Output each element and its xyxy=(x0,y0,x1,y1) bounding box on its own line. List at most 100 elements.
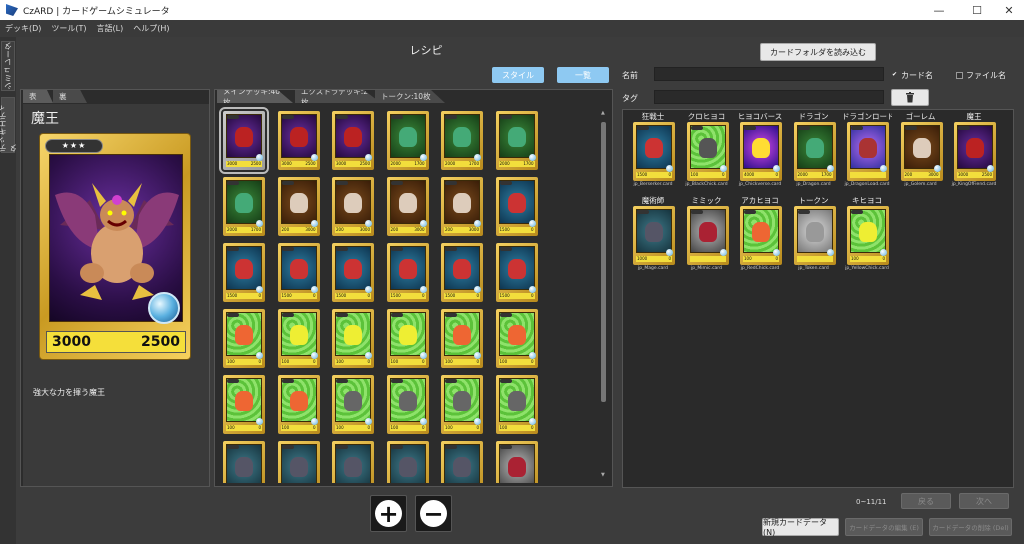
card-thumbnail[interactable]: 100 0 xyxy=(386,309,429,368)
card-thumbnail[interactable]: 3000 2500 xyxy=(219,107,269,174)
tab-front[interactable]: 表 xyxy=(23,90,53,103)
card-thumbnail[interactable]: 100 0 xyxy=(740,206,782,265)
card-thumbnail[interactable]: 200 3000 xyxy=(900,122,943,181)
card-thumbnail[interactable] xyxy=(277,441,320,483)
card-thumbnail[interactable]: 200 3000 xyxy=(277,177,320,236)
card-thumbnail[interactable] xyxy=(223,441,265,483)
card-thumbnail[interactable] xyxy=(386,441,429,483)
new-card-data-button[interactable]: 新規カードデータ (N) xyxy=(762,518,839,537)
card-thumbnail[interactable]: 1000 0 xyxy=(633,206,675,265)
card-thumbnail[interactable]: 3000 2500 xyxy=(277,111,320,170)
library-card-item[interactable]: クロヒヨコ 100 0 jp_BlackChick.card xyxy=(682,112,732,192)
library-card-item[interactable]: トークン jp_Token.card xyxy=(789,196,839,276)
name-filter-input[interactable] xyxy=(654,67,884,81)
card-thumbnail[interactable]: 100 0 xyxy=(332,375,374,434)
scroll-down-icon[interactable]: ▼ xyxy=(601,472,605,478)
card-thumbnail[interactable]: 100 0 xyxy=(277,309,320,368)
card-stat-bar: 3000 2500 xyxy=(280,161,317,167)
library-card-item[interactable]: キヒヨコ 100 0 jp_YellowChick.card xyxy=(842,196,892,276)
card-thumbnail[interactable]: 100 0 xyxy=(495,375,538,434)
card-thumbnail[interactable] xyxy=(847,122,889,181)
card-thumbnail[interactable]: 100 0 xyxy=(386,375,429,434)
remove-card-button[interactable]: − xyxy=(415,495,452,532)
card-thumbnail[interactable]: 1500 0 xyxy=(277,243,320,302)
card-thumbnail[interactable]: 200 3000 xyxy=(441,177,483,236)
edit-card-data-button[interactable]: カードデータの編集 (E) xyxy=(845,518,923,536)
library-card-item[interactable]: ゴーレム 200 3000 jp_Golem.card xyxy=(896,112,946,192)
card-thumbnail[interactable]: 1500 0 xyxy=(386,243,429,302)
card-thumbnail[interactable]: 200 3000 xyxy=(332,177,374,236)
card-thumbnail[interactable] xyxy=(495,441,538,483)
card-thumbnail[interactable]: 100 0 xyxy=(495,309,538,368)
card-thumbnail[interactable]: 2000 1700 xyxy=(495,111,538,170)
card-thumbnail[interactable] xyxy=(793,206,836,265)
card-thumbnail[interactable]: 2000 1700 xyxy=(386,111,429,170)
scroll-up-icon[interactable]: ▲ xyxy=(601,110,605,116)
close-button[interactable]: ✕ xyxy=(992,0,1024,20)
tab-deck-editor[interactable]: デッキエディタ xyxy=(0,97,18,153)
menu-tools[interactable]: ツール(T) xyxy=(46,23,91,34)
card-thumbnail[interactable]: 1500 0 xyxy=(223,243,265,302)
maximize-button[interactable]: ☐ xyxy=(960,0,994,20)
card-thumbnail[interactable]: 3000 2500 xyxy=(332,111,374,170)
library-card-item[interactable]: ミミック jp_Mimic.card xyxy=(682,196,732,276)
load-card-folder-button[interactable]: カードフォルダを読み込む xyxy=(760,43,876,61)
tag-filter-input[interactable] xyxy=(654,90,884,104)
prev-page-button[interactable]: 戻る xyxy=(901,493,951,509)
card-thumbnail[interactable]: 100 0 xyxy=(332,309,374,368)
rarity-badge xyxy=(690,126,703,130)
card-thumbnail[interactable]: 1500 0 xyxy=(441,243,483,302)
minimize-button[interactable]: — xyxy=(922,0,956,20)
tab-main-deck[interactable]: メインデッキ:40枚 xyxy=(217,90,293,103)
attribute-orb-icon xyxy=(474,154,481,161)
menu-deck[interactable]: デッキ(D) xyxy=(0,23,46,34)
list-button[interactable]: 一覧 xyxy=(557,67,609,83)
card-thumbnail[interactable]: 1500 0 xyxy=(332,243,374,302)
scrollbar-thumb[interactable] xyxy=(601,122,606,402)
card-thumbnail[interactable]: 2000 1700 xyxy=(441,111,483,170)
attribute-orb-icon xyxy=(365,352,372,359)
menu-language[interactable]: 言語(L) xyxy=(92,23,129,34)
style-button[interactable]: スタイル xyxy=(492,67,544,83)
card-thumbnail[interactable]: 100 0 xyxy=(277,375,320,434)
card-thumbnail[interactable]: 100 0 xyxy=(223,309,265,368)
library-card-item[interactable]: 魔王 3000 2500 jp_KingOfFiend.card xyxy=(949,112,999,192)
card-thumbnail[interactable]: 3000 2500 xyxy=(954,122,996,181)
card-thumbnail[interactable]: 100 0 xyxy=(847,206,889,265)
next-page-button[interactable]: 次へ xyxy=(959,493,1009,509)
card-thumbnail[interactable]: 100 0 xyxy=(686,122,729,181)
card-thumbnail[interactable]: 200 3000 xyxy=(386,177,429,236)
card-thumbnail[interactable]: 100 0 xyxy=(441,375,483,434)
card-thumbnail[interactable]: 2000 1700 xyxy=(793,122,836,181)
add-card-button[interactable]: + xyxy=(370,495,407,532)
card-thumbnail[interactable]: 1500 0 xyxy=(633,122,675,181)
library-card-item[interactable]: ヒヨコバース 4000 0 jp_Chickverse.card xyxy=(735,112,785,192)
tab-back[interactable]: 裏 xyxy=(53,90,87,103)
card-thumbnail[interactable]: 1500 0 xyxy=(495,177,538,236)
card-thumbnail[interactable] xyxy=(332,441,374,483)
library-card-item[interactable]: アカヒヨコ 100 0 jp_RedChick.card xyxy=(735,196,785,276)
clear-tags-button[interactable] xyxy=(891,89,929,106)
library-card-item[interactable]: ドラゴンロード（人型 jp_DragonLoad.card xyxy=(842,112,892,192)
card-thumbnail[interactable]: 1500 0 xyxy=(495,243,538,302)
tab-simulator[interactable]: シミュレータ xyxy=(1,41,15,91)
rarity-badge xyxy=(445,247,457,251)
card-thumbnail[interactable]: 100 0 xyxy=(223,375,265,434)
card-name-checkbox[interactable]: ✔ カード名 xyxy=(891,70,933,81)
library-card-item[interactable]: 魔術師 1000 0 jp_Mage.card xyxy=(628,196,678,276)
tab-extra-deck[interactable]: エクストラデッキ:2枚 xyxy=(295,90,381,103)
card-thumbnail[interactable] xyxy=(686,206,729,265)
library-card-item[interactable]: 狂戦士 1500 0 jp_Berserker.card xyxy=(628,112,678,192)
menu-help[interactable]: ヘルプ(H) xyxy=(128,23,174,34)
card-thumbnail[interactable]: 4000 0 xyxy=(740,122,782,181)
file-name-checkbox[interactable]: ファイル名 xyxy=(956,70,1006,81)
deck-scrollbar[interactable]: ▲ ▼ xyxy=(600,110,608,478)
card-thumbnail[interactable]: 100 0 xyxy=(441,309,483,368)
card-thumbnail[interactable]: 2000 1700 xyxy=(223,177,265,236)
tab-tokens[interactable]: トークン:10枚 xyxy=(375,90,445,103)
card-thumbnail[interactable] xyxy=(441,441,483,483)
library-card-item[interactable]: ドラゴン 2000 1700 jp_Dragon.card xyxy=(789,112,839,192)
card-stat-bar: 100 0 xyxy=(743,256,779,262)
attribute-orb-icon xyxy=(256,352,263,359)
delete-card-data-button[interactable]: カードデータの削除 (Del) xyxy=(929,518,1012,536)
